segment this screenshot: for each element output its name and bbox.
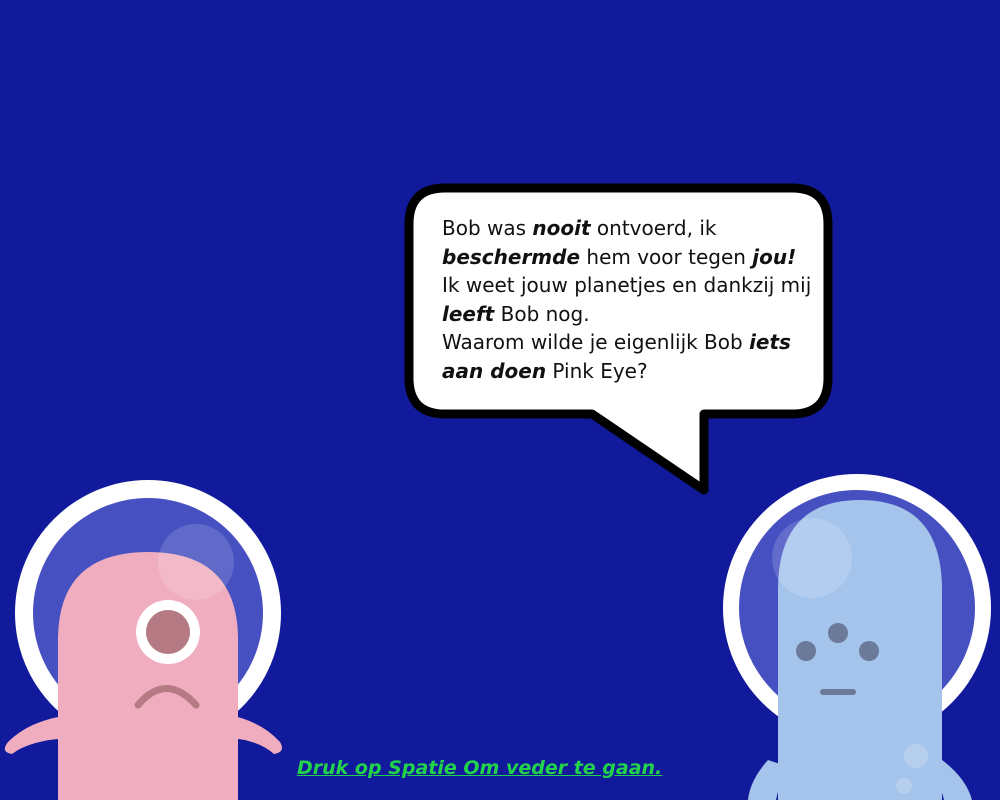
dialogue-emphasis: iets [749,330,791,354]
dialogue-segment: Ik weet jouw planetjes en dankzij mij [442,273,812,297]
game-scene: Bob was nooit ontvoerd, ik beschermde hem… [0,0,1000,800]
dialogue-emphasis: beschermde [442,244,581,269]
dialogue-text: Bob was nooit ontvoerd, ik beschermde hem… [442,214,811,386]
continue-prompt[interactable]: Druk op Spatie Om veder te gaan. [297,757,662,779]
helmet-reflection [772,518,852,598]
bob-mouth [820,689,856,695]
bob-spot [904,744,928,768]
dialogue-segment: Bob was [442,216,533,240]
dialogue-segment: Waarom wilde je eigenlijk Bob [442,330,750,354]
dialogue-line: Bob was nooit ontvoerd, ik [442,214,802,243]
bob-spot [896,778,912,794]
dialogue-segment: ontvoerd, ik [590,216,717,240]
dialogue-line: Waarom wilde je eigenlijk Bob iets [442,328,802,357]
dialogue-segment: Bob nog. [494,301,590,326]
bob-eye [859,641,879,661]
bob-eye [796,641,816,661]
dialogue-line: Ik weet jouw planetjes en dankzij mij [442,271,811,300]
dialogue-segment: hem voor tegen [580,244,753,269]
dialogue-line: leeft Bob nog. [442,300,802,329]
pink-eye-pupil [146,610,190,654]
dialogue-emphasis: aan doen [442,358,547,383]
bob-eye [828,623,848,643]
dialogue-segment: Pink Eye? [546,358,648,383]
dialogue-emphasis: jou! [752,244,797,269]
dialogue-emphasis: leeft [442,301,495,326]
helmet-reflection [158,524,234,600]
pink-eye-alien [4,480,282,800]
dialogue-emphasis: nooit [532,216,591,240]
bob-alien [723,474,991,800]
dialogue-line: aan doen Pink Eye? [442,357,802,386]
dialogue-line: beschermde hem voor tegen jou! [442,243,802,272]
